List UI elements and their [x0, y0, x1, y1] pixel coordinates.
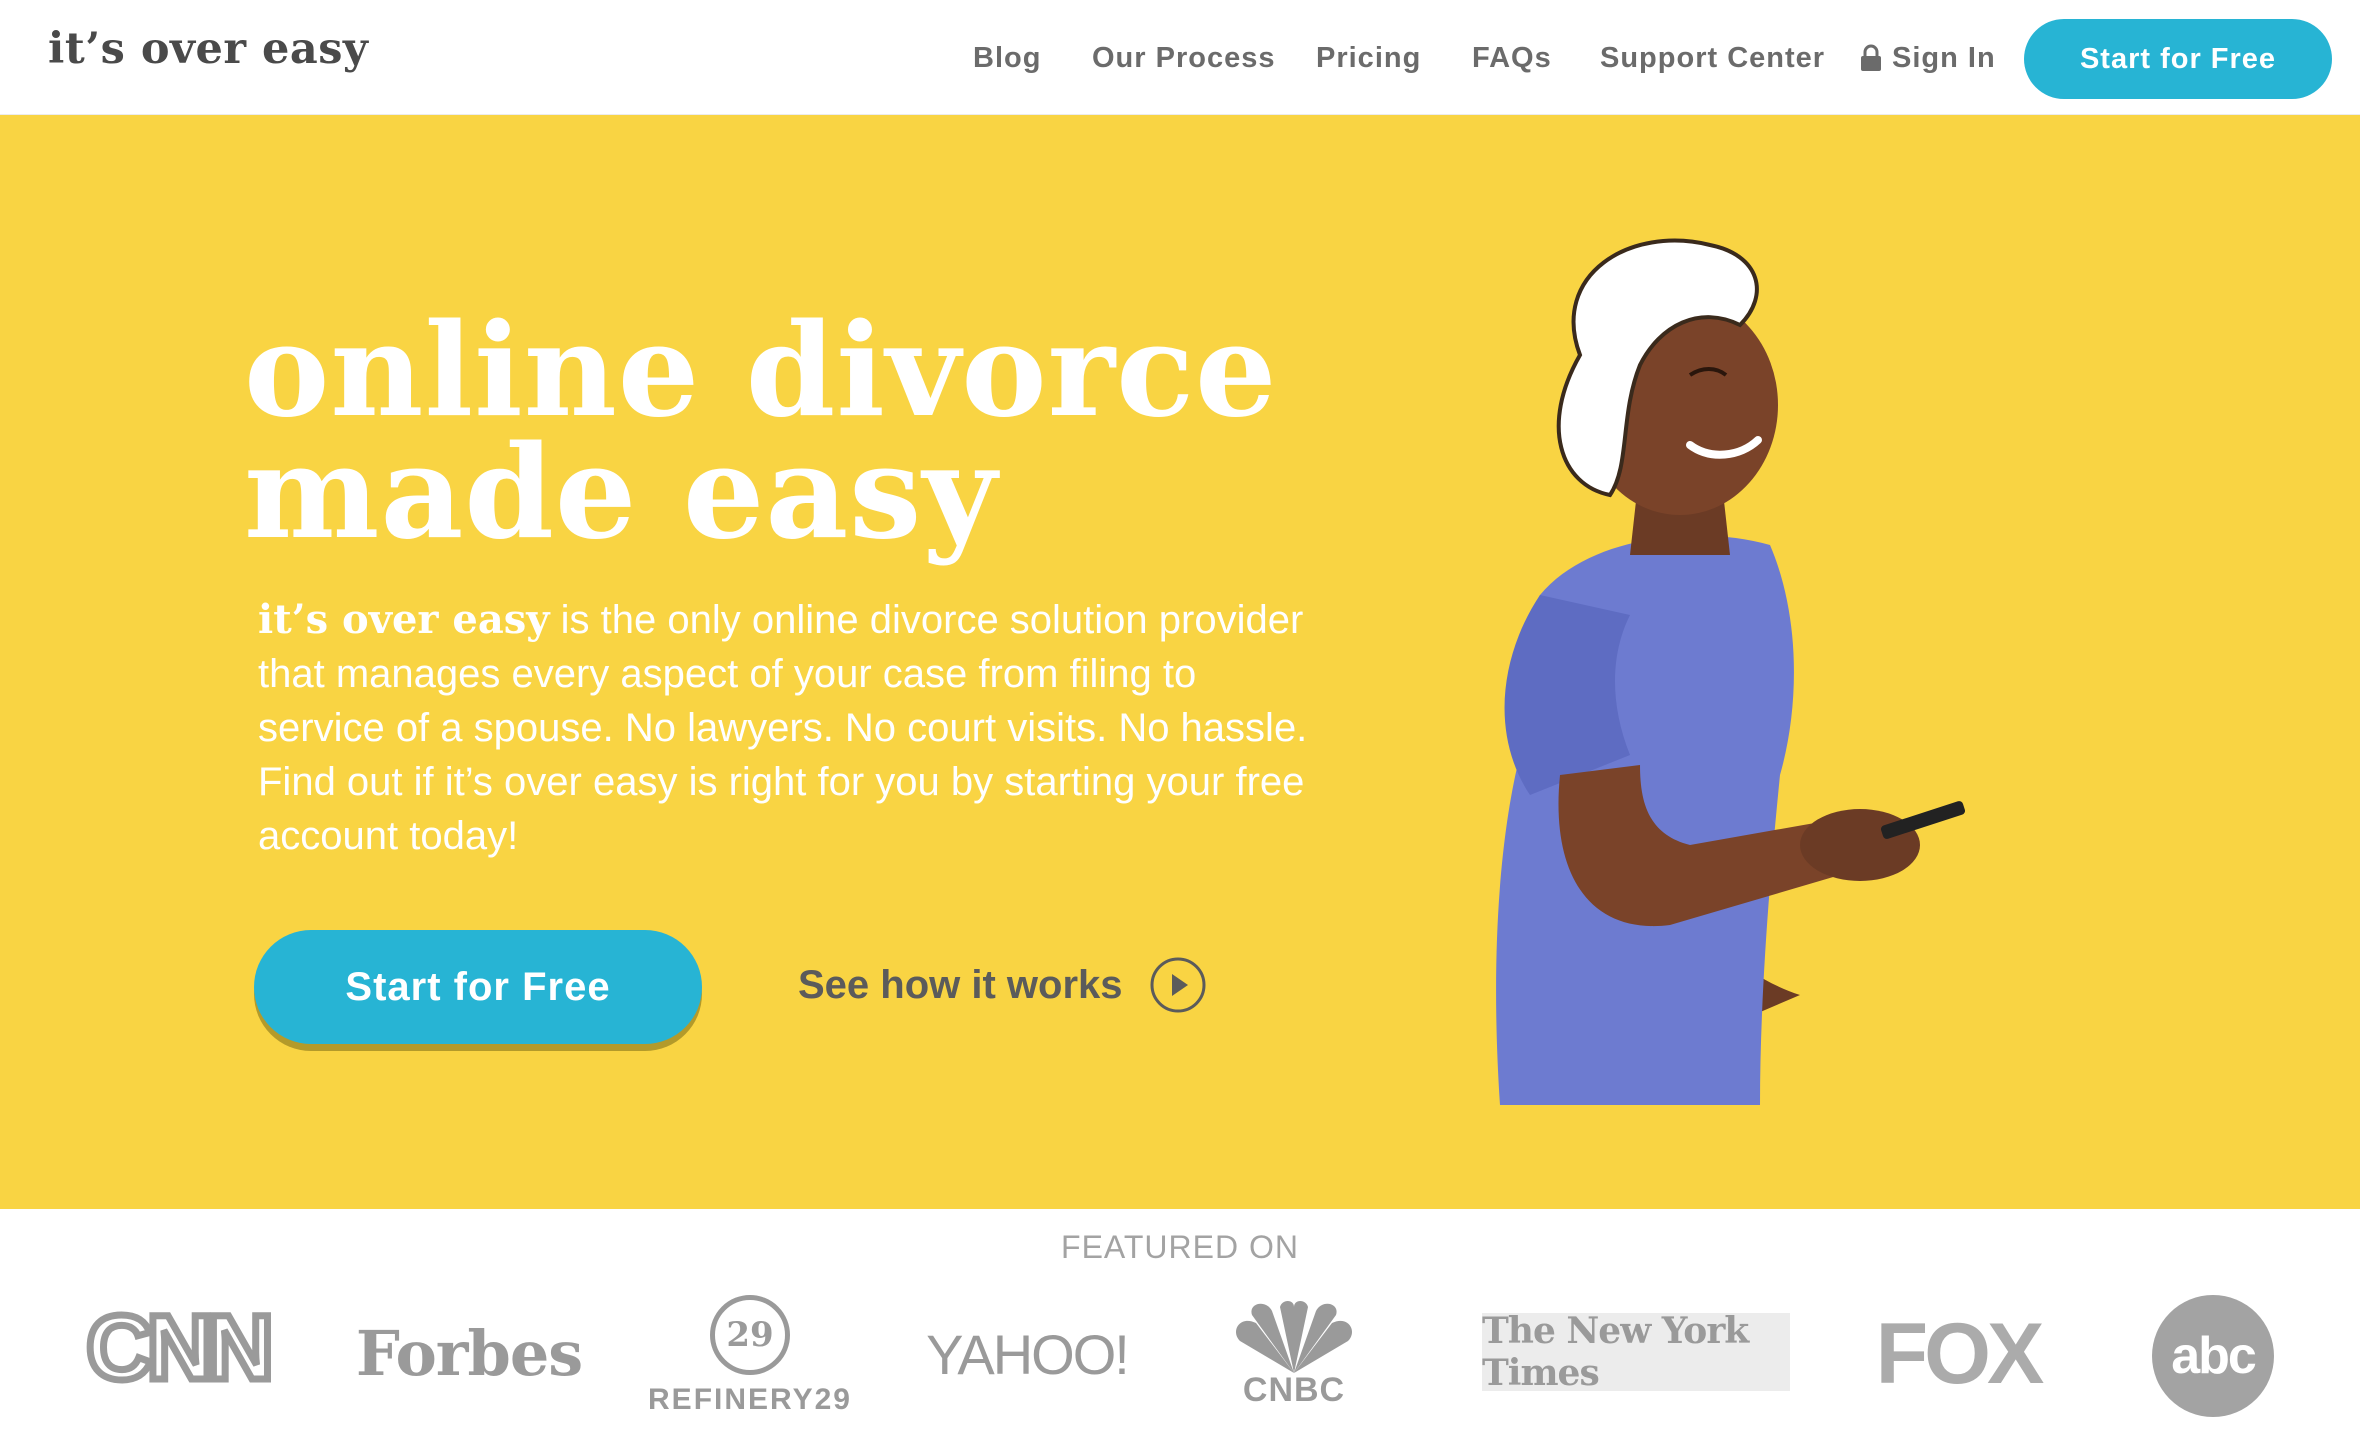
see-how-it-works-link[interactable]: See how it works — [798, 950, 1207, 1020]
refinery29-mark: 29 — [710, 1295, 790, 1375]
nav-item-sign-in[interactable]: Sign In — [1860, 36, 1996, 80]
hero-description-brand: it’s over easy — [258, 596, 550, 643]
cnbc-wordmark: CNBC — [1242, 1370, 1346, 1409]
nyt-logo: The New York Times — [1482, 1310, 1790, 1394]
hero-start-for-free-button[interactable]: Start for Free — [254, 930, 702, 1044]
forbes-logo: Forbes — [355, 1316, 583, 1390]
nav-item-pricing[interactable]: Pricing — [1316, 36, 1421, 80]
hero-title-line-1: online divorce — [244, 296, 1278, 446]
sign-in-label: Sign In — [1892, 42, 1996, 74]
yahoo-logo: YAHOO! — [926, 1322, 1130, 1386]
fox-logo: FOX — [1875, 1305, 2045, 1402]
refinery29-wordmark: REFINERY29 — [648, 1383, 852, 1416]
hero-section: online divorce made easy it’s over easy … — [0, 115, 2360, 1209]
featured-on-label: FEATURED ON — [1061, 1229, 1299, 1265]
hero-person-image — [1496, 238, 1966, 1105]
refinery29-logo: 29 REFINERY29 — [648, 1291, 852, 1421]
hero-title: online divorce made easy — [244, 296, 1278, 568]
hero-title-line-2: made easy — [244, 418, 998, 568]
abc-logo: abc — [2152, 1295, 2274, 1417]
peacock-icon — [1235, 1300, 1353, 1373]
nav-item-support-center[interactable]: Support Center — [1600, 36, 1825, 80]
cnbc-logo: CNBC — [1222, 1297, 1366, 1413]
header-start-for-free-button[interactable]: Start for Free — [2024, 19, 2332, 99]
play-circle-icon — [1150, 957, 1206, 1013]
nav-item-our-process[interactable]: Our Process — [1092, 36, 1275, 80]
nav-item-blog[interactable]: Blog — [973, 36, 1041, 80]
hero-description: it’s over easy is the only online divorc… — [258, 593, 1318, 863]
featured-on-section: FEATURED ON CNN Forbes 29 REFINERY29 YAH… — [0, 1209, 2360, 1448]
see-how-it-works-label: See how it works — [798, 962, 1123, 1007]
lock-icon — [1861, 44, 1881, 71]
nav-item-faqs[interactable]: FAQs — [1472, 36, 1552, 80]
top-navigation-bar: it’s over easy Blog Our Process Pricing … — [0, 0, 2360, 115]
main-nav: Blog Our Process Pricing FAQs Support Ce… — [0, 36, 2360, 80]
cnn-logo: CNN — [83, 1293, 277, 1402]
